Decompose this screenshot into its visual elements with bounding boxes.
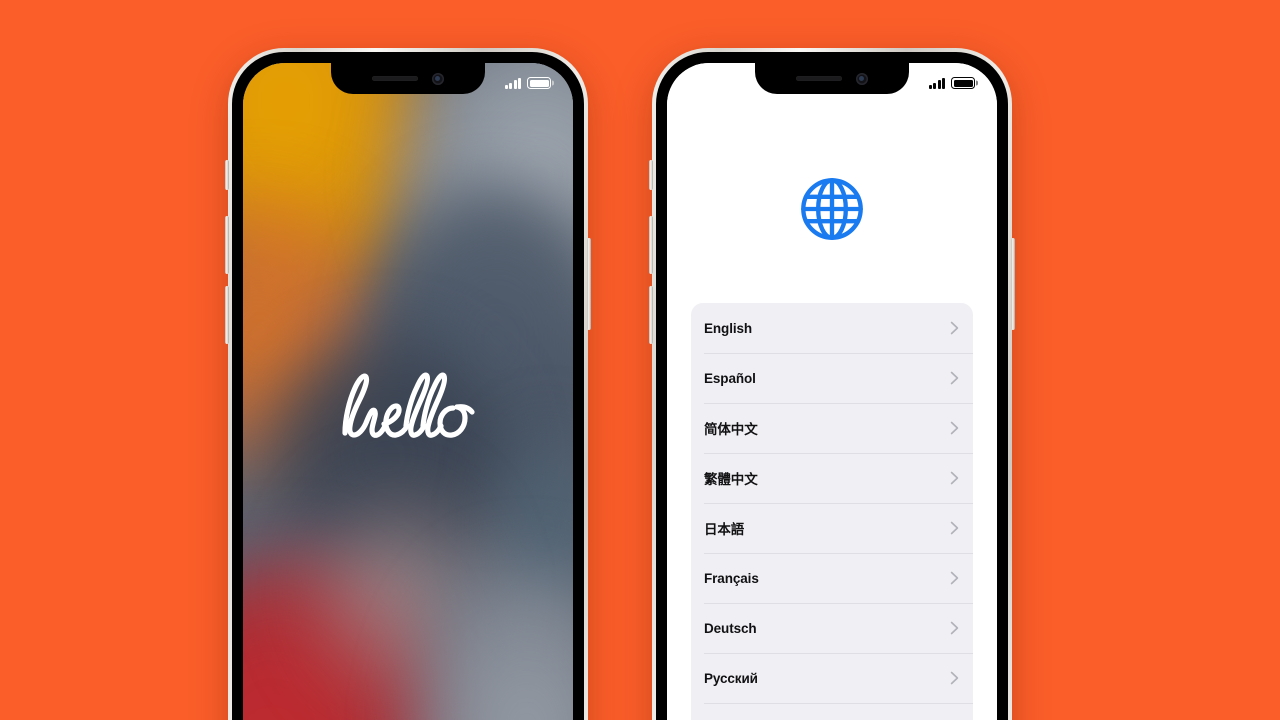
earpiece-speaker-icon — [796, 76, 842, 81]
language-label: 简体中文 — [704, 422, 758, 437]
battery-icon — [527, 77, 551, 89]
language-row-espanol[interactable]: Español — [691, 353, 973, 403]
chevron-right-icon — [950, 471, 959, 485]
lockscreen-wallpaper — [243, 63, 573, 720]
language-row-francais[interactable]: Français — [691, 553, 973, 603]
earpiece-speaker-icon — [372, 76, 418, 81]
power-button[interactable] — [587, 238, 591, 330]
left-phone-device — [225, 48, 591, 720]
silent-switch-button[interactable] — [225, 160, 229, 190]
volume-up-button[interactable] — [225, 216, 229, 274]
volume-up-button-right[interactable] — [649, 216, 653, 274]
volume-down-button[interactable] — [225, 286, 229, 344]
language-row-traditional-chinese[interactable]: 繁體中文 — [691, 453, 973, 503]
front-camera-icon — [856, 72, 868, 85]
language-row-simplified-chinese[interactable]: 简体中文 — [691, 403, 973, 453]
right-phone-bezel: English Español 简体中文 繁體中文 日本語 Français D… — [656, 52, 1008, 720]
language-label: 日本語 — [704, 522, 745, 537]
left-phone-bezel — [232, 52, 584, 720]
screenshot-stage: English Español 简体中文 繁體中文 日本語 Français D… — [0, 0, 1280, 720]
right-phone-screen: English Español 简体中文 繁體中文 日本語 Français D… — [667, 63, 997, 720]
volume-down-button-right[interactable] — [649, 286, 653, 344]
language-label: English — [704, 320, 753, 336]
cellular-signal-icon — [928, 77, 945, 89]
front-camera-icon — [432, 72, 444, 85]
globe-icon-glyph — [801, 178, 863, 240]
language-row-deutsch[interactable]: Deutsch — [691, 603, 973, 653]
silent-switch-button-right[interactable] — [649, 160, 653, 190]
power-button-right[interactable] — [1011, 238, 1015, 330]
battery-icon — [951, 77, 975, 89]
chevron-right-icon — [950, 621, 959, 635]
language-row-russian[interactable]: Русский — [691, 653, 973, 703]
language-label: Deutsch — [704, 620, 757, 636]
language-label: 繁體中文 — [704, 472, 758, 487]
right-phone-statusbar — [928, 77, 975, 89]
right-phone-device: English Español 简体中文 繁體中文 日本語 Français D… — [649, 48, 1015, 720]
globe-icon — [798, 175, 866, 243]
language-list: English Español 简体中文 繁體中文 日本語 Français D… — [691, 303, 973, 720]
chevron-right-icon — [950, 571, 959, 585]
right-phone-notch — [755, 63, 909, 94]
left-phone-notch — [331, 63, 485, 94]
left-phone-screen — [243, 63, 573, 720]
language-label: Español — [704, 370, 756, 386]
language-selection-screen: English Español 简体中文 繁體中文 日本語 Français D… — [667, 63, 997, 720]
chevron-right-icon — [950, 521, 959, 535]
chevron-right-icon — [950, 371, 959, 385]
language-row-portugues[interactable]: Português — [691, 703, 973, 720]
language-row-english[interactable]: English — [691, 303, 973, 353]
language-label: Français — [704, 570, 759, 586]
chevron-right-icon — [950, 671, 959, 685]
cellular-signal-icon — [504, 77, 521, 89]
left-phone-statusbar — [504, 77, 551, 89]
language-row-japanese[interactable]: 日本語 — [691, 503, 973, 553]
chevron-right-icon — [950, 421, 959, 435]
language-label: Русский — [704, 670, 758, 686]
chevron-right-icon — [950, 321, 959, 335]
